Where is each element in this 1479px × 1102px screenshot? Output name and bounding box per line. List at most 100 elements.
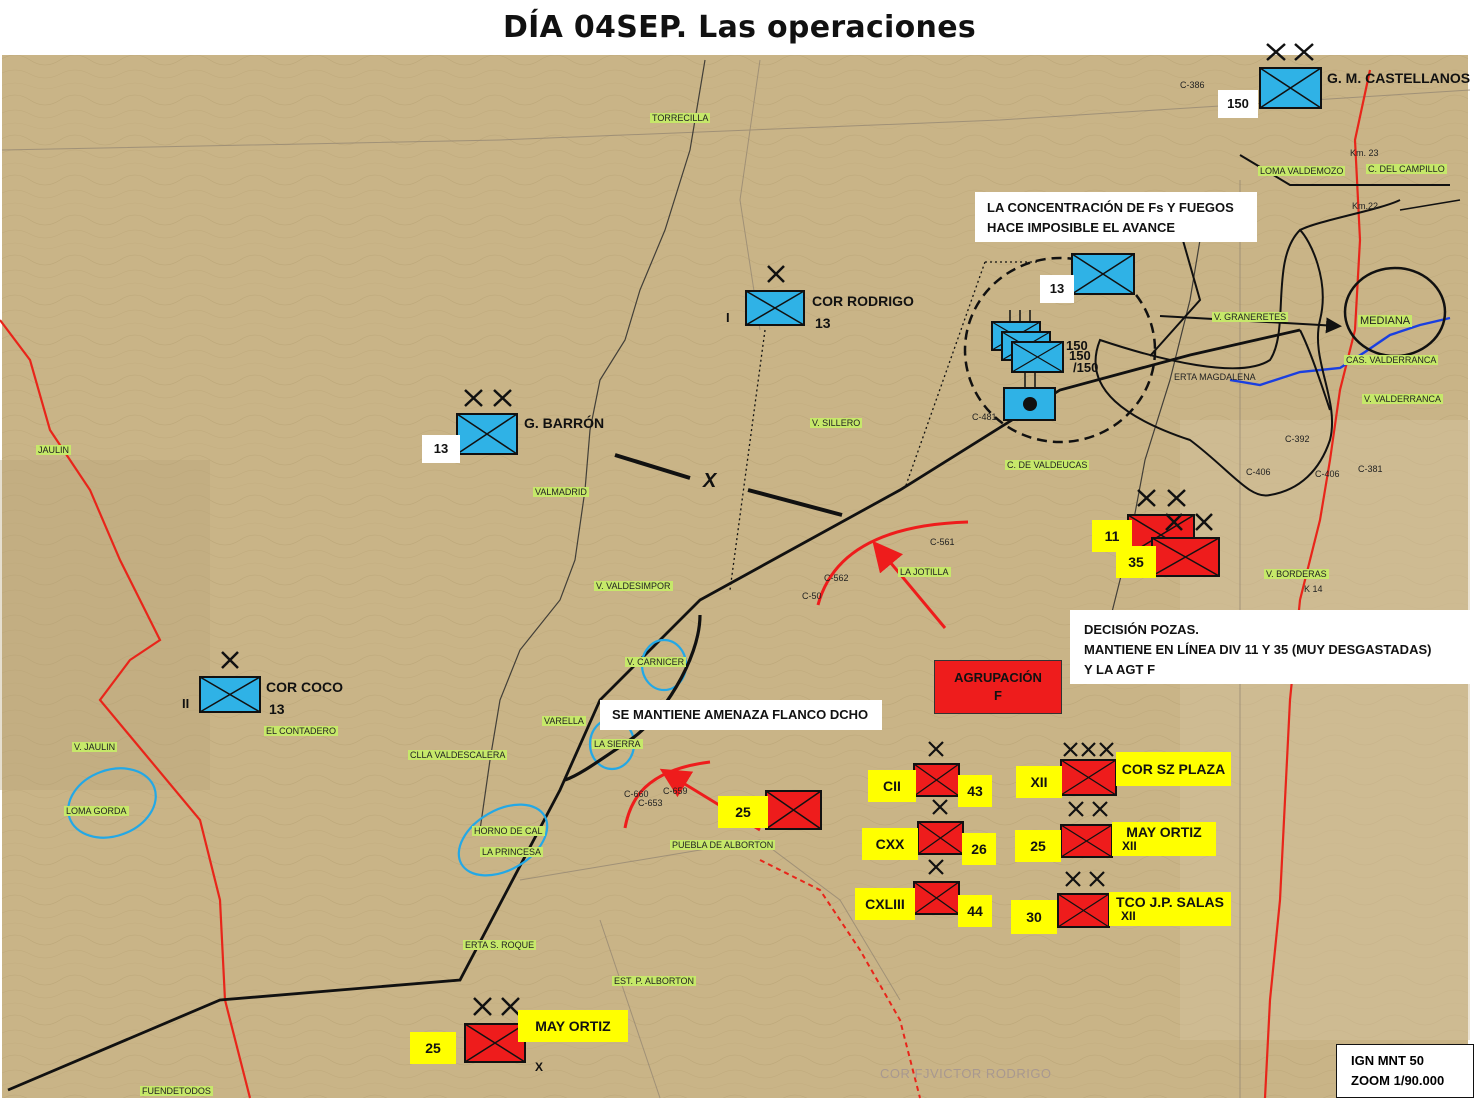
map-credit: COR FJVICTOR RODRIGO [880,1066,1052,1081]
rodrigo-number: 13 [815,315,831,331]
place-erta-roque: ERTA S. ROQUE [463,940,537,950]
threat-note: SE MANTIENE AMENAZA FLANCO DCHO [600,700,882,730]
place-v-jaulin: V. JAULIN [72,742,118,752]
boundary-label: X [703,470,717,492]
place-c653: C-653 [638,798,663,808]
place-v-granerete: V. GRANERETES [1212,312,1289,322]
jp-salas-name: TCO J.P. SALAS XII [1109,892,1231,926]
threat-note-text: SE MANTIENE AMENAZA FLANCO DCHO [612,707,869,722]
castellanos-number: 150 [1218,90,1258,118]
place-loma-valdemozo: LOMA VALDEMOZO [1258,166,1346,176]
place-loma-gorda: LOMA GORDA [64,806,129,816]
decision-note-line3: Y LA AGT F [1084,662,1156,677]
map-stage: DÍA 04SEP. Las operaciones LA CONCENTRAC… [0,0,1479,1102]
place-la-princesa: LA PRINCESA [480,847,544,857]
concentration-note-line1: LA CONCENTRACIÓN DE Fs Y FUEGOS [987,200,1234,215]
place-c-valdeucas: C. DE VALDEUCAS [1005,460,1090,470]
place-torrecilla: TORRECILLA [650,113,711,123]
barron-number: 13 [422,435,460,463]
scale-line2: ZOOM 1/90.000 [1351,1073,1445,1088]
barron-name: G. BARRÓN [524,415,605,431]
place-la-jotilla: LA JOTILLA [898,567,951,577]
may-ortiz-right-number: 25 [1015,830,1061,862]
coco-number: 13 [269,701,285,717]
may-ortiz-bottom-roman: X [535,1060,544,1074]
sz-plaza-name: COR SZ PLAZA [1116,752,1231,786]
cxliii-number: 44 [958,895,992,927]
decision-note: DECISIÓN POZAS. MANTIENE EN LÍNEA DIV 11… [1070,610,1470,684]
may-ortiz-right-name-text: MAY ORTIZ [1126,824,1202,840]
place-puebla-alborton: PUEBLA DE ALBORTON [670,840,776,850]
div35-number: 35 [1116,546,1156,578]
sz-plaza-roman: XII [1016,766,1062,798]
place-varella: VARELLA [542,716,586,726]
place-c-campillo: C. DEL CAMPILLO [1366,164,1447,174]
place-c481: C-481 [972,412,997,422]
place-clla-valdescalera: CLLA VALDESCALERA [408,750,508,760]
agrupacion-f-line2: F [994,688,1002,703]
place-fuendetodos: FUENDETODOS [140,1086,213,1096]
highland-shade [0,460,210,790]
place-el-contadero: EL CONTADERO [264,726,339,736]
agrupacion-f-line1: AGRUPACIÓN [954,670,1042,685]
place-c659: C-659 [663,786,688,796]
place-c381: C-381 [1358,464,1383,474]
place-est-alborton: EST. P. ALBORTON [612,976,697,986]
place-erta-magdalena: ERTA MAGDALENA [1174,372,1256,382]
place-horno-cal: HORNO DE CAL [472,826,545,836]
cii-number: 43 [958,775,992,807]
unit-castellanos[interactable] [1259,43,1322,109]
jp-salas-number: 30 [1011,900,1057,934]
rodrigo-prefix: I [726,310,730,325]
place-v-carnicer: V. CARNICER [625,657,687,667]
jp-salas-name-text: TCO J.P. SALAS [1116,894,1224,910]
rodrigo-name: COR RODRIGO [812,293,914,309]
unit-concentration-13[interactable] [1071,253,1135,295]
place-k14: K 14 [1304,584,1323,594]
cii-roman: CII [868,770,916,802]
concentration-note: LA CONCENTRACIÓN DE Fs Y FUEGOS HACE IMP… [975,192,1257,242]
place-jaulin: JAULIN [36,445,72,455]
may-ortiz-right-roman: XII [1122,839,1137,853]
unit-sz-plaza[interactable] [1060,742,1117,796]
place-cas-valderranca: CAS. VALDERRANCA [1344,355,1439,365]
place-v-sillero: V. SILLERO [810,418,863,428]
place-valmadrid: VALMADRID [533,487,589,497]
scale-box: IGN MNT 50 ZOOM 1/90.000 [1336,1044,1474,1098]
place-c392: C-392 [1285,434,1310,444]
cxx-number: 26 [962,833,996,865]
div25-mid-number: 25 [718,796,768,828]
place-la-sierra: LA SIERRA [592,739,643,749]
place-v-borderas: V. BORDERAS [1264,569,1329,579]
place-c406b: C-406 [1315,469,1340,479]
concentration-note-line2: HACE IMPOSIBLE EL AVANCE [987,220,1176,235]
may-ortiz-right-name: MAY ORTIZ XII [1112,822,1216,856]
place-c561: C-561 [930,537,955,547]
may-ortiz-bottom-number: 25 [410,1032,456,1064]
castellanos-name: G. M. CASTELLANOS [1327,70,1471,86]
decision-note-line1: DECISIÓN POZAS. [1084,622,1199,637]
jp-salas-roman: XII [1121,909,1136,923]
scale-line1: IGN MNT 50 [1351,1053,1424,1068]
decision-note-line2: MANTIENE EN LÍNEA DIV 11 Y 35 (MUY DESGA… [1084,642,1432,657]
concentration-unit-number: 13 [1040,275,1074,303]
coco-prefix: II [182,696,190,711]
place-km22: Km.22 [1352,201,1379,211]
place-km23: Km. 23 [1350,148,1379,158]
may-ortiz-bottom-name: MAY ORTIZ [518,1010,628,1042]
page-title: DÍA 04SEP. Las operaciones [502,10,977,45]
cxliii-roman: CXLIII [855,888,915,920]
east-plain-shade [1180,420,1470,1040]
place-c50: C-50 [802,591,822,601]
place-v-valderranca: V. VALDERRANCA [1362,394,1444,404]
cxx-roman: CXX [862,828,918,860]
place-mediana: MEDIANA [1358,315,1413,327]
place-c562: C-562 [824,573,849,583]
place-v-valdesimpor: V. VALDESIMPOR [594,581,673,591]
place-c386: C-386 [1180,80,1205,90]
agrupacion-f[interactable]: AGRUPACIÓN F [934,660,1062,714]
place-c406a: C-406 [1246,467,1271,477]
stack-number-3: /150 [1073,360,1099,375]
coco-name: COR COCO [266,679,343,695]
unit-div25-mid[interactable] [765,790,822,830]
